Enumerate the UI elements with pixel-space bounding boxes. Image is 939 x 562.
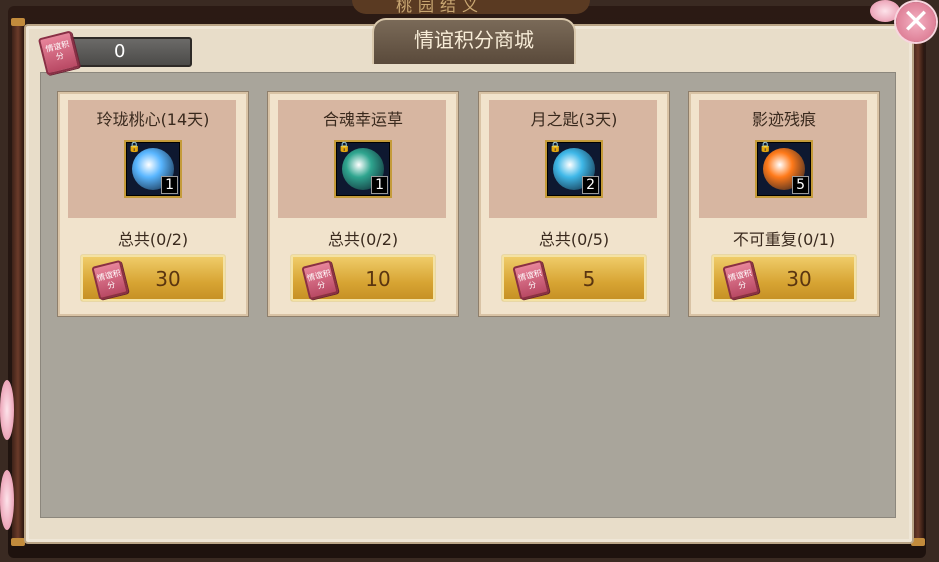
points-icon-text: 情谊积分: [96, 268, 122, 291]
item-name: 玲珑桃心(14天): [96, 110, 210, 129]
rod-cap: [11, 18, 25, 26]
buy-button[interactable]: 情谊积分 5: [501, 254, 647, 302]
window-title: 情谊积分商城: [372, 18, 576, 64]
background-banner: 桃园结义: [352, 0, 590, 15]
friendship-points-icon: 情谊积分: [512, 259, 550, 301]
points-icon-text: 情谊积分: [306, 268, 332, 291]
item-name: 月之匙(3天): [530, 110, 618, 129]
lock-icon: 🔒: [338, 142, 351, 153]
shop-item-card[interactable]: 合魂幸运草 🔒 1 总共(0/2) 情谊积分 10: [268, 92, 458, 316]
shop-item-card[interactable]: 玲珑桃心(14天) 🔒 1 总共(0/2) 情谊积分 30: [58, 92, 248, 316]
purchase-limit: 总共(0/2): [327, 230, 399, 249]
lock-icon: 🔒: [549, 142, 562, 153]
friendship-points-icon: 情谊积分: [722, 259, 760, 301]
item-price: 30: [155, 267, 181, 291]
blue-heart-icon[interactable]: 🔒 1: [124, 140, 182, 198]
item-price: 5: [582, 267, 596, 291]
item-name: 合魂幸运草: [322, 110, 403, 129]
shop-item-card[interactable]: 月之匙(3天) 🔒 2 总共(0/5) 情谊积分 5: [479, 92, 669, 316]
decor-flower: [0, 470, 14, 530]
background-banner-text: 桃园结义: [396, 0, 485, 15]
decor-flower: [0, 380, 14, 440]
points-icon-text: 情谊积分: [517, 268, 543, 291]
moon-key-icon[interactable]: 🔒 2: [545, 140, 603, 198]
item-count: 5: [792, 176, 809, 194]
item-price: 10: [365, 267, 391, 291]
rod-cap: [11, 538, 25, 546]
lock-icon: 🔒: [759, 142, 772, 153]
item-count: 1: [371, 176, 388, 194]
item-name: 影迹残痕: [751, 110, 816, 129]
friendship-points-icon: 情谊积分: [91, 259, 129, 301]
buy-button[interactable]: 情谊积分 30: [80, 254, 226, 302]
buy-button[interactable]: 情谊积分 10: [290, 254, 436, 302]
purchase-limit: 总共(0/5): [538, 230, 610, 249]
shop-item-card[interactable]: 影迹残痕 🔒 5 不可重复(0/1) 情谊积分 30: [689, 92, 879, 316]
item-price: 30: [786, 267, 812, 291]
item-count: 2: [582, 176, 599, 194]
friendship-points-icon: 情谊积分: [301, 259, 339, 301]
points-value: 0: [114, 41, 126, 62]
lock-icon: 🔒: [128, 142, 141, 153]
purchase-limit: 不可重复(0/1): [732, 230, 836, 249]
item-count: 1: [161, 176, 178, 194]
purchase-limit: 总共(0/2): [117, 230, 189, 249]
points-icon-text: 情谊积分: [727, 268, 753, 291]
scroll-rod-left: [11, 18, 25, 546]
shadow-trace-icon[interactable]: 🔒 5: [755, 140, 813, 198]
buy-button[interactable]: 情谊积分 30: [711, 254, 857, 302]
points-icon-text: 情谊积分: [44, 39, 71, 62]
close-icon: ✕: [901, 2, 931, 42]
lucky-clover-icon[interactable]: 🔒 1: [334, 140, 392, 198]
close-button[interactable]: ✕: [896, 2, 936, 42]
